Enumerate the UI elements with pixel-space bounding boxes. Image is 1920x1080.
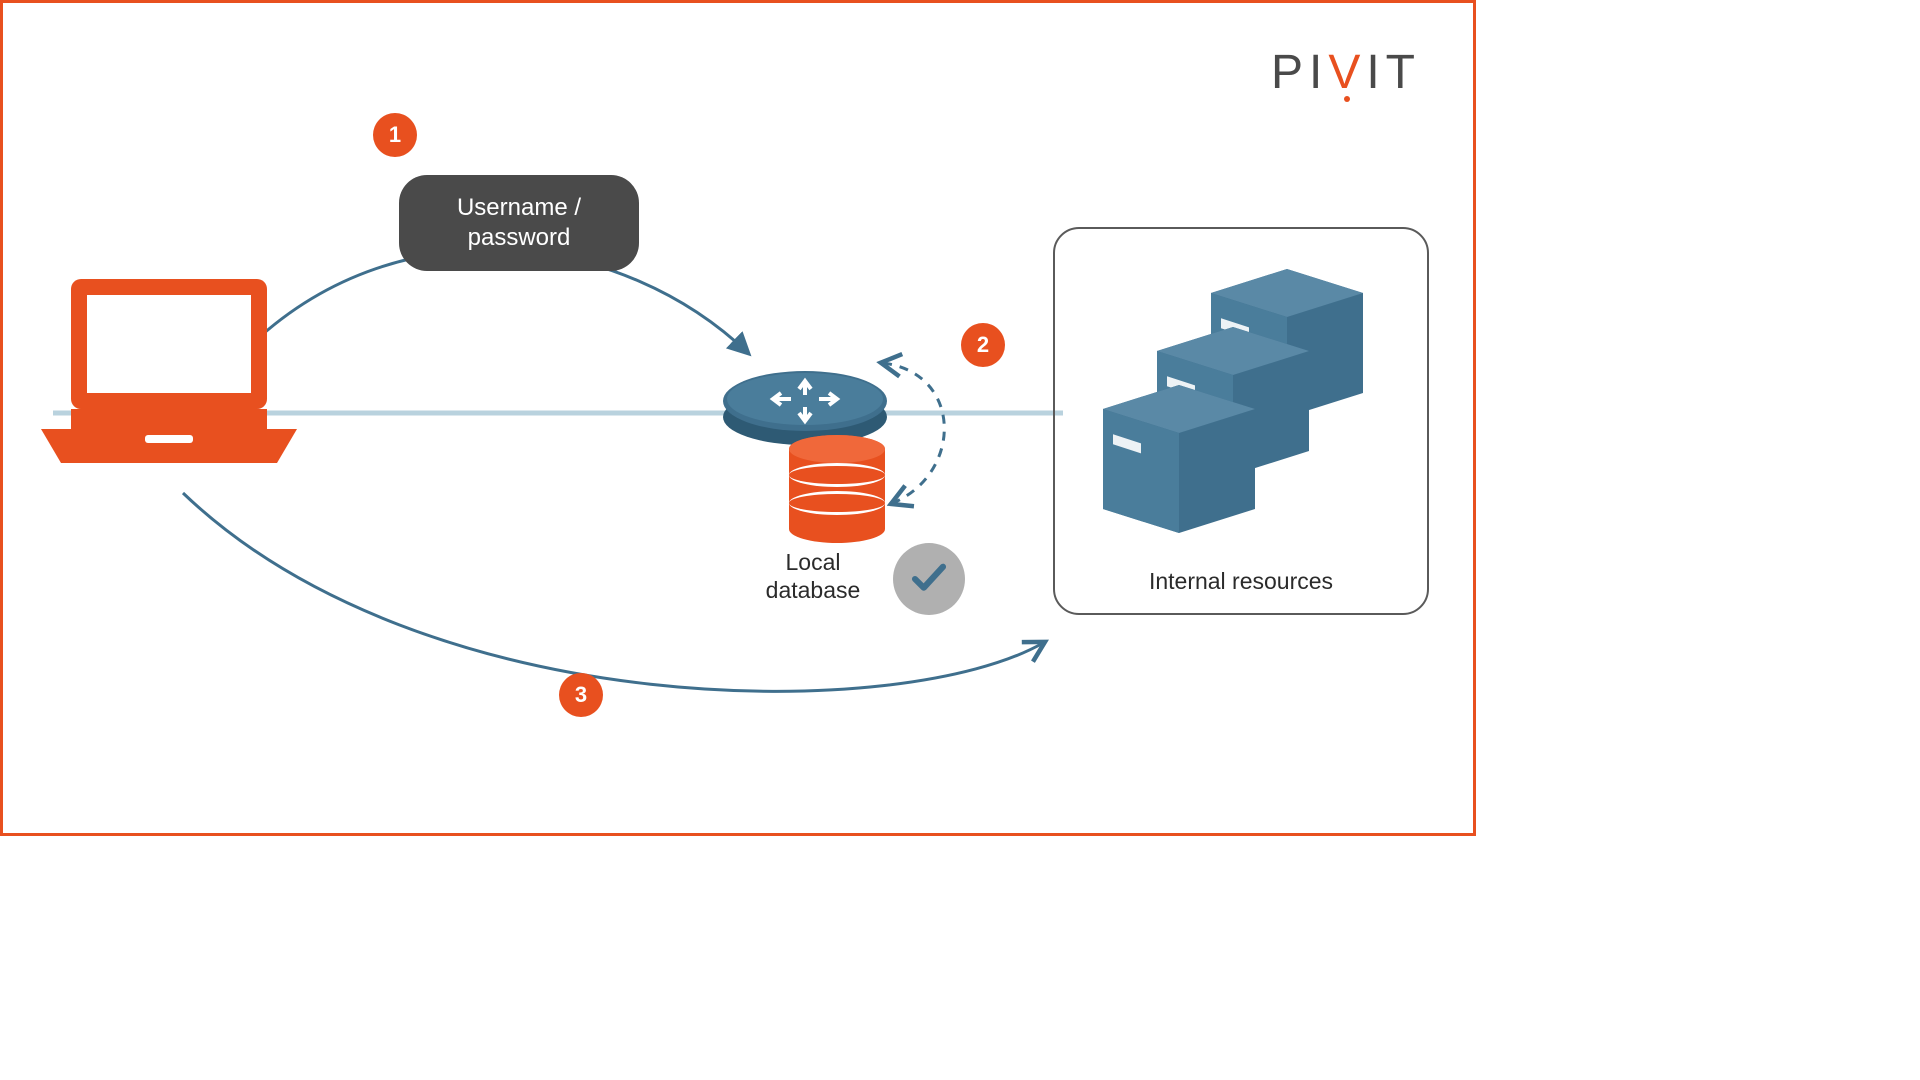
router-icon (723, 371, 887, 445)
success-check-icon (893, 543, 965, 615)
step-1-label-line2: password (468, 224, 571, 251)
step-3-badge: 3 (559, 673, 603, 717)
diagram-frame: PIVIT (0, 0, 1476, 836)
local-db-line1: Local (786, 549, 841, 575)
local-database-label: Local database (743, 549, 883, 604)
step-3-number: 3 (575, 682, 587, 708)
step-2-number: 2 (977, 332, 989, 358)
step-1-pill: Username / password (399, 175, 639, 271)
brand-logo: PIVIT (1271, 45, 1421, 100)
brand-part-2: IT (1366, 46, 1421, 99)
step-1-label-line1: Username / (457, 194, 581, 221)
brand-part-1: PI (1271, 46, 1328, 99)
arrow-step-2 (883, 363, 944, 503)
brand-part-v: V (1328, 45, 1366, 100)
step-1-number: 1 (389, 122, 401, 148)
step-2-badge: 2 (961, 323, 1005, 367)
laptop-icon (41, 279, 297, 463)
local-db-line2: database (766, 577, 861, 603)
internal-resources-box: Internal resources (1053, 227, 1429, 615)
step-1-badge: 1 (373, 113, 417, 157)
internal-resources-label: Internal resources (1055, 568, 1427, 595)
database-icon (789, 435, 885, 543)
